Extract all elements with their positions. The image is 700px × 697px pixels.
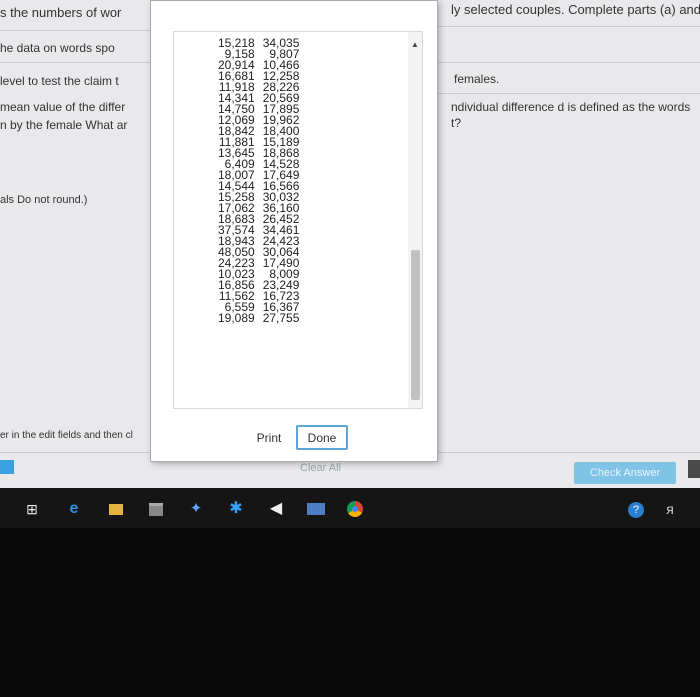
question-line: als Do not round.) xyxy=(0,194,88,206)
progress-indicator xyxy=(0,460,14,474)
question-line: ndividual difference d is defined as the… xyxy=(451,100,691,114)
table-cell: 27,755 xyxy=(262,311,300,325)
question-line: n by the female What ar xyxy=(0,118,128,132)
question-line: mean value of the differ xyxy=(0,100,126,114)
file-explorer-icon[interactable] xyxy=(106,499,126,519)
divider xyxy=(437,26,700,27)
people-icon[interactable]: ᴙ xyxy=(660,499,680,519)
data-table: 15,218 34,035 9,158 9,807 20,914 10,466 16,681… xyxy=(214,37,303,325)
data-scroll-area[interactable]: 15,218 34,035 9,158 9,807 20,914 10,466 16,681… xyxy=(173,31,423,409)
sway-icon[interactable]: ✱ xyxy=(226,499,246,519)
side-tab[interactable] xyxy=(688,460,700,478)
chrome-icon[interactable] xyxy=(344,499,366,519)
question-line: ly selected couples. Complete parts (a) … xyxy=(451,2,700,17)
question-line: level to test the claim t xyxy=(0,74,119,88)
clear-all-button[interactable]: Clear All xyxy=(300,462,341,474)
help-icon[interactable]: ? xyxy=(626,499,646,519)
photos-icon[interactable] xyxy=(304,499,328,519)
question-line: females. xyxy=(454,72,500,86)
question-line: t? xyxy=(451,116,462,130)
table-cell: 19,089 xyxy=(218,311,255,325)
question-line: s the numbers of wor xyxy=(0,5,122,20)
scroll-thumb[interactable] xyxy=(411,250,420,400)
dropbox-icon[interactable]: ✦ xyxy=(186,499,206,519)
scroll-up-icon[interactable]: ▲ xyxy=(410,40,420,50)
done-button[interactable]: Done xyxy=(296,425,348,450)
print-button[interactable]: Print xyxy=(247,425,291,450)
divider xyxy=(437,62,700,63)
question-line: he data on words spo xyxy=(0,41,115,55)
table-row: 19,089 27,755 xyxy=(214,311,303,325)
edge-icon[interactable]: e xyxy=(64,499,84,519)
divider xyxy=(0,30,150,31)
divider xyxy=(437,93,700,94)
scrollbar[interactable]: ▲ xyxy=(408,32,422,408)
question-right-strip: ly selected couples. Complete parts (a) … xyxy=(437,0,700,488)
mail-icon[interactable]: ◀ xyxy=(266,499,286,519)
question-left-strip: s the numbers of wor he data on words sp… xyxy=(0,0,150,488)
task-view-icon[interactable]: ⊞ xyxy=(22,499,42,519)
store-icon[interactable] xyxy=(146,499,166,519)
data-dialog: 15,218 34,035 9,158 9,807 20,914 10,466 16,681… xyxy=(150,0,438,462)
check-answer-button[interactable]: Check Answer xyxy=(574,462,676,484)
divider xyxy=(0,62,150,63)
instruction-line: er in the edit fields and then cl xyxy=(0,430,133,441)
